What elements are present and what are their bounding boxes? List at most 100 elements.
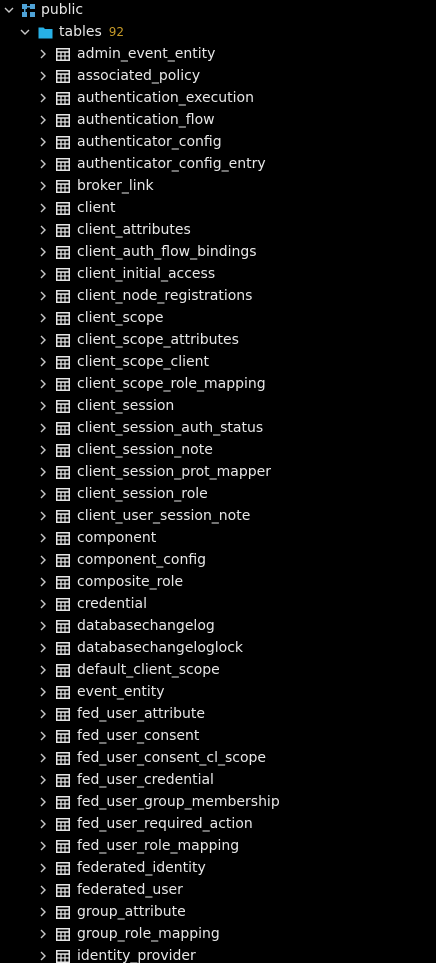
table-label: component_config	[77, 552, 207, 568]
chevron-right-icon[interactable]	[36, 87, 50, 109]
tree-node-table[interactable]: fed_user_required_action	[0, 813, 436, 835]
chevron-right-icon[interactable]	[36, 131, 50, 153]
chevron-right-icon[interactable]	[36, 615, 50, 637]
chevron-right-icon[interactable]	[36, 329, 50, 351]
chevron-right-icon[interactable]	[36, 439, 50, 461]
tree-node-table[interactable]: authenticator_config_entry	[0, 153, 436, 175]
chevron-right-icon[interactable]	[36, 417, 50, 439]
chevron-right-icon[interactable]	[36, 43, 50, 65]
chevron-right-icon[interactable]	[36, 395, 50, 417]
tree-node-table[interactable]: event_entity	[0, 681, 436, 703]
chevron-right-icon[interactable]	[36, 769, 50, 791]
tree-node-table[interactable]: client_user_session_note	[0, 505, 436, 527]
tree-node-table[interactable]: fed_user_attribute	[0, 703, 436, 725]
tree-node-table[interactable]: authentication_flow	[0, 109, 436, 131]
chevron-down-icon[interactable]	[18, 21, 32, 43]
table-icon	[55, 307, 71, 329]
table-icon	[55, 109, 71, 131]
tree-node-table[interactable]: client_scope_client	[0, 351, 436, 373]
chevron-right-icon[interactable]	[36, 109, 50, 131]
tree-node-table[interactable]: client_session	[0, 395, 436, 417]
tree-node-table[interactable]: fed_user_consent	[0, 725, 436, 747]
chevron-right-icon[interactable]	[36, 373, 50, 395]
tree-node-table[interactable]: credential	[0, 593, 436, 615]
tree-node-table[interactable]: client_scope	[0, 307, 436, 329]
tree-node-table[interactable]: authentication_execution	[0, 87, 436, 109]
tree-node-table[interactable]: client_session_note	[0, 439, 436, 461]
chevron-right-icon[interactable]	[36, 703, 50, 725]
chevron-right-icon[interactable]	[36, 285, 50, 307]
chevron-right-icon[interactable]	[36, 835, 50, 857]
chevron-right-icon[interactable]	[36, 219, 50, 241]
chevron-right-icon[interactable]	[36, 527, 50, 549]
chevron-right-icon[interactable]	[36, 813, 50, 835]
tree-node-table[interactable]: fed_user_credential	[0, 769, 436, 791]
tree-node-table[interactable]: client	[0, 197, 436, 219]
table-icon	[55, 659, 71, 681]
table-label: client	[77, 200, 116, 216]
tree-node-table[interactable]: broker_link	[0, 175, 436, 197]
tree-node-table[interactable]: composite_role	[0, 571, 436, 593]
tree-node-table[interactable]: associated_policy	[0, 65, 436, 87]
tree-node-schema-public[interactable]: public	[0, 0, 436, 21]
tree-node-table[interactable]: client_session_role	[0, 483, 436, 505]
tree-node-table[interactable]: group_attribute	[0, 901, 436, 923]
table-label: client_attributes	[77, 222, 191, 238]
table-icon	[55, 857, 71, 879]
tree-node-table[interactable]: federated_user	[0, 879, 436, 901]
chevron-right-icon[interactable]	[36, 747, 50, 769]
chevron-right-icon[interactable]	[36, 263, 50, 285]
tree-node-table[interactable]: client_session_auth_status	[0, 417, 436, 439]
tree-node-table[interactable]: default_client_scope	[0, 659, 436, 681]
tree-node-table[interactable]: databasechangeloglock	[0, 637, 436, 659]
tree-node-table[interactable]: client_auth_flow_bindings	[0, 241, 436, 263]
chevron-right-icon[interactable]	[36, 901, 50, 923]
chevron-right-icon[interactable]	[36, 725, 50, 747]
chevron-right-icon[interactable]	[36, 307, 50, 329]
chevron-right-icon[interactable]	[36, 593, 50, 615]
chevron-right-icon[interactable]	[36, 505, 50, 527]
table-icon	[55, 703, 71, 725]
tree-node-table[interactable]: federated_identity	[0, 857, 436, 879]
chevron-right-icon[interactable]	[36, 461, 50, 483]
tree-node-table[interactable]: component_config	[0, 549, 436, 571]
chevron-right-icon[interactable]	[36, 175, 50, 197]
table-icon	[55, 637, 71, 659]
tree-node-table[interactable]: group_role_mapping	[0, 923, 436, 945]
tree-node-table[interactable]: client_session_prot_mapper	[0, 461, 436, 483]
tree-node-table[interactable]: fed_user_consent_cl_scope	[0, 747, 436, 769]
chevron-right-icon[interactable]	[36, 241, 50, 263]
tree-node-tables-folder[interactable]: tables 92	[0, 21, 436, 43]
chevron-down-icon[interactable]	[2, 0, 16, 21]
tree-node-table[interactable]: authenticator_config	[0, 131, 436, 153]
tree-node-table[interactable]: client_initial_access	[0, 263, 436, 285]
tables-folder-label: tables 92	[59, 21, 124, 43]
tree-node-table[interactable]: component	[0, 527, 436, 549]
table-label: default_client_scope	[77, 662, 220, 678]
tree-node-table[interactable]: admin_event_entity	[0, 43, 436, 65]
tree-node-table[interactable]: client_scope_role_mapping	[0, 373, 436, 395]
chevron-right-icon[interactable]	[36, 791, 50, 813]
chevron-right-icon[interactable]	[36, 65, 50, 87]
tree-node-table[interactable]: client_attributes	[0, 219, 436, 241]
chevron-right-icon[interactable]	[36, 659, 50, 681]
table-icon	[55, 549, 71, 571]
chevron-right-icon[interactable]	[36, 923, 50, 945]
tree-node-table[interactable]: identity_provider	[0, 945, 436, 963]
tree-node-table[interactable]: client_scope_attributes	[0, 329, 436, 351]
tree-node-table[interactable]: client_node_registrations	[0, 285, 436, 307]
chevron-right-icon[interactable]	[36, 571, 50, 593]
chevron-right-icon[interactable]	[36, 945, 50, 963]
chevron-right-icon[interactable]	[36, 351, 50, 373]
tree-node-table[interactable]: fed_user_group_membership	[0, 791, 436, 813]
tree-node-table[interactable]: fed_user_role_mapping	[0, 835, 436, 857]
chevron-right-icon[interactable]	[36, 681, 50, 703]
chevron-right-icon[interactable]	[36, 857, 50, 879]
chevron-right-icon[interactable]	[36, 197, 50, 219]
chevron-right-icon[interactable]	[36, 637, 50, 659]
chevron-right-icon[interactable]	[36, 483, 50, 505]
chevron-right-icon[interactable]	[36, 153, 50, 175]
chevron-right-icon[interactable]	[36, 549, 50, 571]
chevron-right-icon[interactable]	[36, 879, 50, 901]
tree-node-table[interactable]: databasechangelog	[0, 615, 436, 637]
